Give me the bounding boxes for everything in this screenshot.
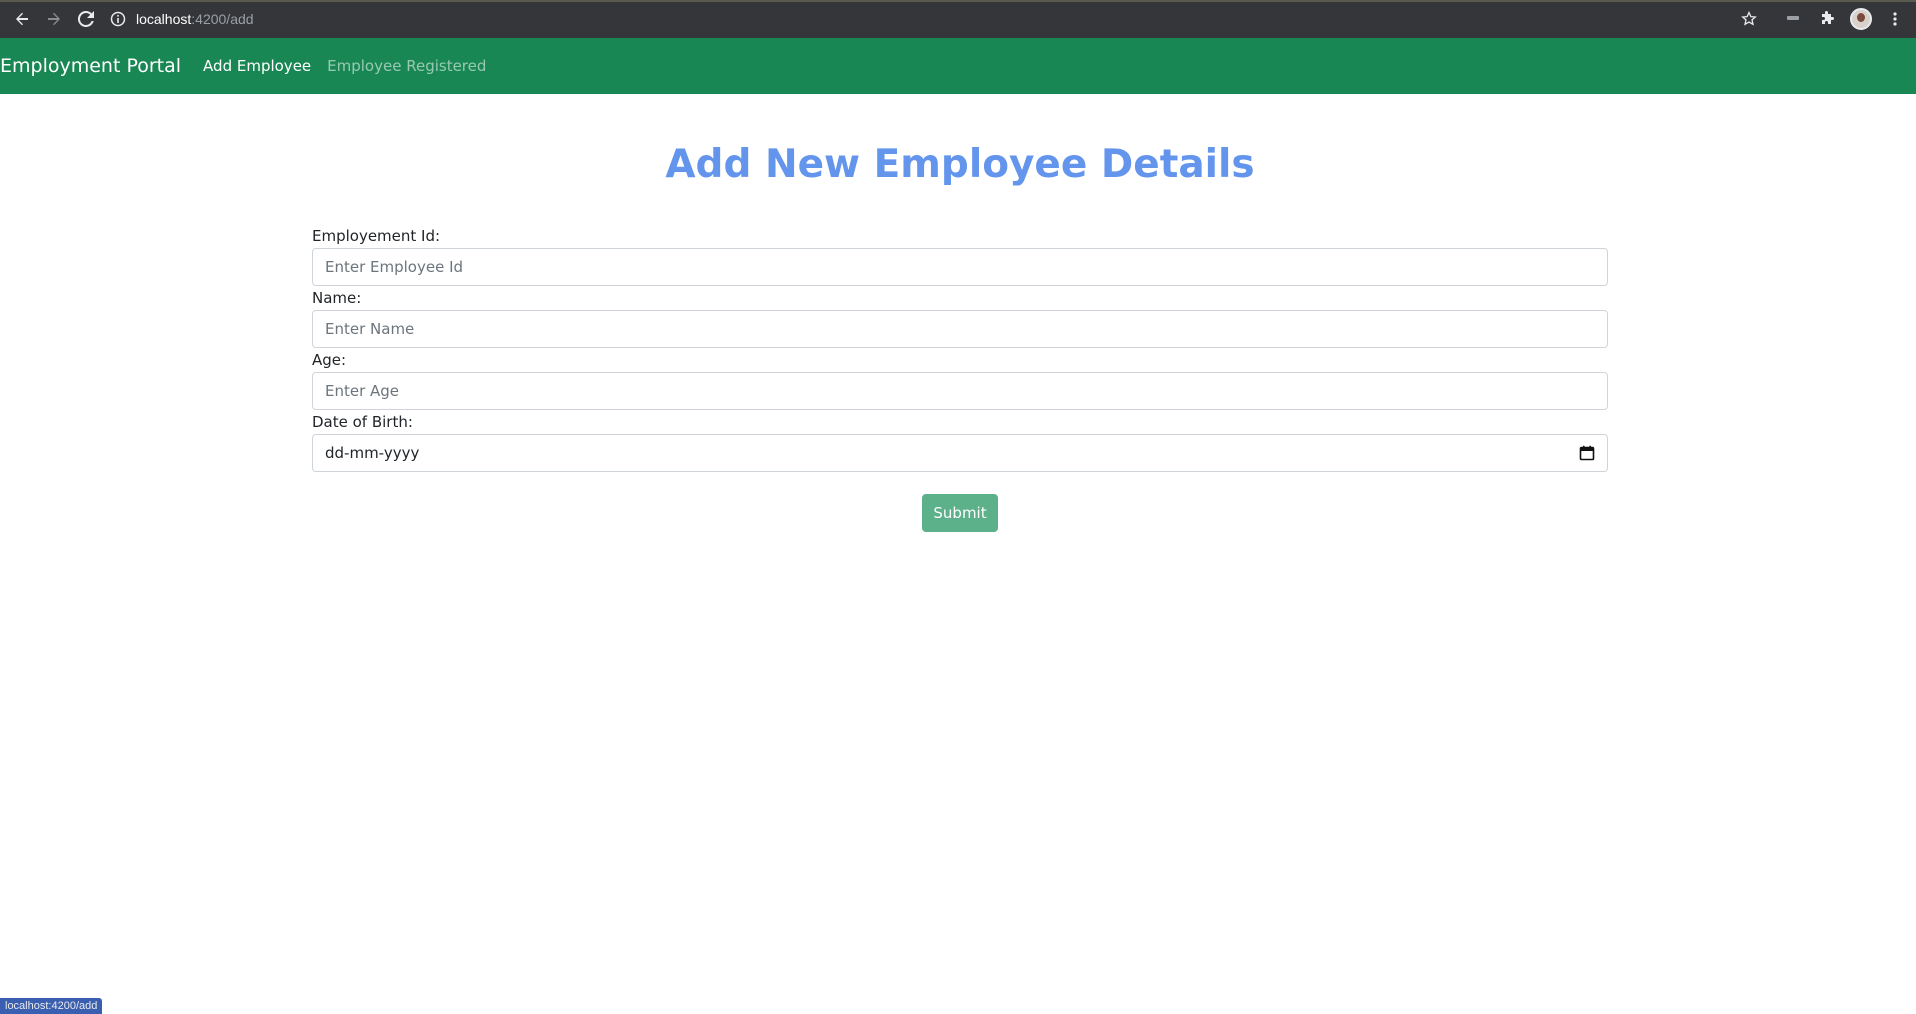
navbar-brand[interactable]: Employment Portal: [0, 55, 181, 77]
app-navbar: Employment Portal Add Employee Employee …: [0, 38, 1916, 94]
tab-search-icon[interactable]: [1778, 4, 1808, 34]
info-icon[interactable]: [110, 11, 126, 27]
forward-arrow-icon[interactable]: [38, 3, 70, 35]
star-icon[interactable]: [1734, 4, 1764, 34]
employee-id-input[interactable]: [312, 248, 1608, 286]
nav-link-employee-registered[interactable]: Employee Registered: [327, 57, 486, 75]
profile-avatar: [1850, 8, 1872, 30]
submit-wrapper: Submit: [922, 494, 998, 532]
browser-toolbar: localhost:4200/add: [0, 0, 1916, 38]
extensions-icon[interactable]: [1812, 4, 1842, 34]
name-input[interactable]: [312, 310, 1608, 348]
back-arrow-icon[interactable]: [6, 3, 38, 35]
employee-id-label: Employement Id:: [312, 227, 441, 245]
toolbar-right-icons: [1734, 4, 1910, 34]
address-bar[interactable]: localhost:4200/add: [110, 5, 254, 33]
age-label: Age:: [312, 351, 347, 369]
url-path: :4200/add: [191, 11, 254, 27]
add-employee-form: Employement Id: Name: Age: Date of Birth…: [312, 224, 1608, 472]
url-host: localhost: [136, 11, 192, 27]
submit-button[interactable]: Submit: [922, 494, 998, 532]
more-menu-icon[interactable]: [1880, 4, 1910, 34]
age-input[interactable]: [312, 372, 1608, 410]
window-top-strip: [0, 0, 1916, 2]
profile-avatar-button[interactable]: [1846, 4, 1876, 34]
dob-placeholder: dd-mm-yyyy: [325, 444, 420, 462]
reload-icon[interactable]: [70, 3, 102, 35]
dob-label: Date of Birth:: [312, 413, 413, 431]
status-bar-url: localhost:4200/add: [0, 998, 103, 1014]
page-title: Add New Employee Details: [665, 142, 1255, 187]
dob-input[interactable]: dd-mm-yyyy: [312, 434, 1608, 472]
calendar-icon[interactable]: [1579, 445, 1595, 461]
name-label: Name:: [312, 289, 362, 307]
nav-link-add-employee[interactable]: Add Employee: [203, 57, 311, 75]
